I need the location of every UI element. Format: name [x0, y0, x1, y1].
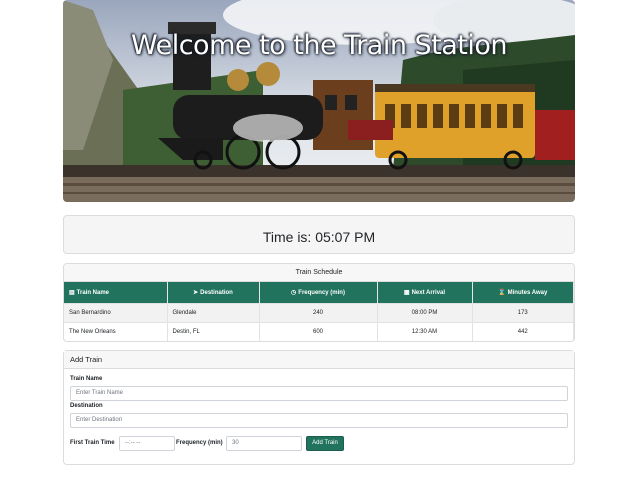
- train-schedule-panel: Train Schedule ▤ Train Name ➤ Destination …: [63, 263, 575, 342]
- frequency-input[interactable]: 30: [226, 436, 302, 451]
- frequency-cell: 600: [259, 321, 378, 341]
- destination-cell: Destin, FL: [167, 321, 260, 341]
- first-train-time-label: First Train Time: [70, 440, 115, 446]
- next-arrival-cell: 12:30 AM: [377, 321, 473, 341]
- current-time: Time is: 05:07 PM: [262, 229, 376, 245]
- schedule-title: Train Schedule: [64, 264, 574, 282]
- column-header-next-arrival[interactable]: ▦ Next Arrival: [377, 282, 473, 303]
- minutes-away-cell: 442: [472, 321, 574, 341]
- add-train-button[interactable]: Add Train: [306, 436, 344, 451]
- clock-icon: ◷: [291, 289, 297, 296]
- schedule-table: ▤ Train Name ➤ Destination ◷ Frequency (min…: [64, 282, 574, 341]
- destination-cell: Glendale: [167, 302, 260, 322]
- paper-plane-icon: ➤: [193, 289, 199, 296]
- first-train-time-input[interactable]: --:-- --: [119, 436, 175, 451]
- train-name-input[interactable]: Enter Train Name: [70, 386, 568, 401]
- train-name-cell: The New Orleans: [64, 321, 168, 341]
- column-header-frequency[interactable]: ◷ Frequency (min): [259, 282, 378, 303]
- destination-label: Destination: [70, 403, 103, 409]
- table-row: The New Orleans Destin, FL 600 12:30 AM …: [64, 321, 574, 341]
- train-name-cell: San Bernardino: [64, 302, 168, 322]
- column-header-destination[interactable]: ➤ Destination: [167, 282, 260, 303]
- minutes-away-cell: 173: [472, 302, 574, 322]
- frequency-label: Frequency (min): [176, 440, 223, 446]
- train-name-label: Train Name: [70, 376, 103, 382]
- column-header-train-name[interactable]: ▤ Train Name: [64, 282, 168, 303]
- hourglass-icon: ⌛: [498, 289, 506, 296]
- page-title: Welcome to the Train Station: [130, 30, 508, 61]
- table-row: San Bernardino Glendale 240 08:00 PM 173: [64, 302, 574, 322]
- destination-input[interactable]: Enter Destination: [70, 413, 568, 428]
- next-arrival-cell: 08:00 PM: [377, 302, 473, 322]
- train-icon: ▤: [69, 289, 75, 296]
- current-time-panel: Time is: 05:07 PM: [63, 215, 575, 254]
- column-header-minutes-away[interactable]: ⌛ Minutes Away: [472, 282, 574, 303]
- schedule-header-row: ▤ Train Name ➤ Destination ◷ Frequency (min…: [64, 282, 574, 303]
- add-train-title: Add Train: [64, 351, 574, 369]
- frequency-cell: 240: [259, 302, 378, 322]
- add-train-panel: Add Train Train Name Enter Train Name De…: [63, 350, 575, 465]
- calendar-icon: ▦: [403, 289, 410, 296]
- hero-banner: Welcome to the Train Station: [63, 0, 575, 202]
